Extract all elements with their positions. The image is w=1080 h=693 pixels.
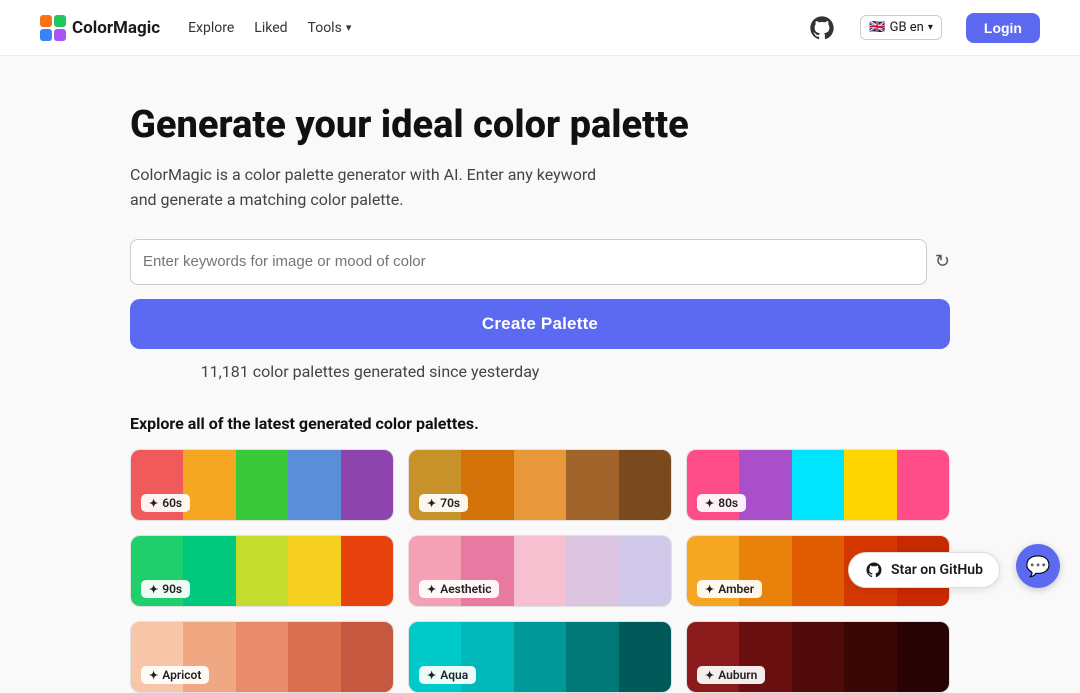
github-star-button[interactable]: Star on GitHub xyxy=(848,552,1000,588)
color-swatch xyxy=(514,450,566,520)
color-swatch xyxy=(341,536,393,606)
palette-label: ✦ Aesthetic xyxy=(419,580,499,598)
color-swatch xyxy=(897,622,949,692)
palette-label: ✦ Aqua xyxy=(419,666,476,684)
palette-label-icon: ✦ xyxy=(427,497,436,510)
palette-card[interactable]: ✦ 90s xyxy=(130,535,394,607)
login-button[interactable]: Login xyxy=(966,13,1040,43)
palette-card[interactable]: ✦ 70s xyxy=(408,449,672,521)
color-swatch xyxy=(844,450,896,520)
color-swatch xyxy=(183,536,235,606)
color-swatch xyxy=(897,450,949,520)
palette-label-text: Apricot xyxy=(162,668,201,682)
palette-label-text: 70s xyxy=(440,496,460,510)
color-swatch xyxy=(236,622,288,692)
chevron-down-icon: ▾ xyxy=(346,21,352,34)
hero-section: Generate your ideal color palette ColorM… xyxy=(110,56,970,384)
section-title: Explore all of the latest generated colo… xyxy=(130,414,950,433)
palette-label: ✦ 60s xyxy=(141,494,190,512)
refresh-icon[interactable]: ↻ xyxy=(935,251,950,272)
search-row: ↻ xyxy=(130,239,950,285)
palette-label: ✦ 80s xyxy=(697,494,746,512)
palette-label-text: 90s xyxy=(162,582,182,596)
color-swatch xyxy=(341,450,393,520)
explore-section: Explore all of the latest generated colo… xyxy=(110,414,970,693)
palette-label: ✦ 70s xyxy=(419,494,468,512)
palette-card[interactable]: ✦ Auburn xyxy=(686,621,950,693)
color-swatch xyxy=(288,622,340,692)
palette-card[interactable]: ✦ 80s xyxy=(686,449,950,521)
palette-label-icon: ✦ xyxy=(427,583,436,596)
palette-card[interactable]: ✦ 60s xyxy=(130,449,394,521)
lang-selector[interactable]: 🇬🇧 GB en ▾ xyxy=(860,15,941,40)
palette-label: ✦ Amber xyxy=(697,580,762,598)
github-small-icon xyxy=(865,561,883,579)
logo-icon xyxy=(40,15,66,41)
chat-icon: 💬 xyxy=(1026,554,1051,578)
color-swatch xyxy=(566,450,618,520)
flag-icon: 🇬🇧 xyxy=(869,20,885,35)
stats-text: 11,181 color palettes generated since ye… xyxy=(130,359,610,385)
brand-name: ColorMagic xyxy=(72,18,160,38)
color-swatch xyxy=(844,622,896,692)
color-swatch xyxy=(514,536,566,606)
nav-liked[interactable]: Liked xyxy=(254,20,287,36)
navbar: ColorMagic Explore Liked Tools ▾ 🇬🇧 GB e… xyxy=(0,0,1080,56)
lang-label: GB en xyxy=(890,20,924,35)
palette-label-text: Aqua xyxy=(440,668,468,682)
chevron-down-icon: ▾ xyxy=(928,22,933,33)
nav-explore[interactable]: Explore xyxy=(188,20,234,36)
color-swatch xyxy=(183,450,235,520)
palette-label-text: Amber xyxy=(718,582,754,596)
color-swatch xyxy=(236,450,288,520)
palette-label-text: 80s xyxy=(718,496,738,510)
palette-grid: ✦ 60s ✦ 70s ✦ 80s ✦ 90s ✦ Aesthetic ✦ Amber ✦ Apricot… xyxy=(130,449,950,693)
palette-label: ✦ Auburn xyxy=(697,666,765,684)
palette-label-icon: ✦ xyxy=(149,497,158,510)
color-swatch xyxy=(792,536,844,606)
color-swatch xyxy=(792,450,844,520)
palette-label-text: 60s xyxy=(162,496,182,510)
color-swatch xyxy=(792,622,844,692)
nav-tools-menu[interactable]: Tools ▾ xyxy=(308,20,352,36)
github-star-label: Star on GitHub xyxy=(891,562,983,578)
hero-title: Generate your ideal color palette xyxy=(130,104,950,148)
color-swatch xyxy=(288,450,340,520)
color-swatch xyxy=(619,450,671,520)
color-swatch xyxy=(288,536,340,606)
palette-label: ✦ Apricot xyxy=(141,666,209,684)
palette-card[interactable]: ✦ Aqua xyxy=(408,621,672,693)
color-swatch xyxy=(461,450,513,520)
palette-label-icon: ✦ xyxy=(705,497,714,510)
nav-links: Explore Liked Tools ▾ xyxy=(188,20,351,36)
palette-label-text: Aesthetic xyxy=(440,582,491,596)
palette-label-icon: ✦ xyxy=(705,669,714,682)
palette-label-icon: ✦ xyxy=(427,669,436,682)
color-swatch xyxy=(619,622,671,692)
hero-description: ColorMagic is a color palette generator … xyxy=(130,162,610,213)
color-swatch xyxy=(739,450,791,520)
search-input-wrap xyxy=(130,239,927,285)
chat-button[interactable]: 💬 xyxy=(1016,544,1060,588)
palette-label-text: Auburn xyxy=(718,668,757,682)
palette-label-icon: ✦ xyxy=(705,583,714,596)
color-swatch xyxy=(566,622,618,692)
palette-label: ✦ 90s xyxy=(141,580,190,598)
palette-label-icon: ✦ xyxy=(149,583,158,596)
palette-label-icon: ✦ xyxy=(149,669,158,682)
color-swatch xyxy=(619,536,671,606)
create-palette-button[interactable]: Create Palette xyxy=(130,299,950,349)
palette-card[interactable]: ✦ Apricot xyxy=(130,621,394,693)
palette-card[interactable]: ✦ Aesthetic xyxy=(408,535,672,607)
color-swatch xyxy=(341,622,393,692)
color-swatch xyxy=(236,536,288,606)
github-icon[interactable] xyxy=(808,14,836,42)
search-input[interactable] xyxy=(143,253,914,270)
nav-tools-label: Tools xyxy=(308,20,342,36)
logo[interactable]: ColorMagic xyxy=(40,15,160,41)
color-swatch xyxy=(514,622,566,692)
color-swatch xyxy=(566,536,618,606)
